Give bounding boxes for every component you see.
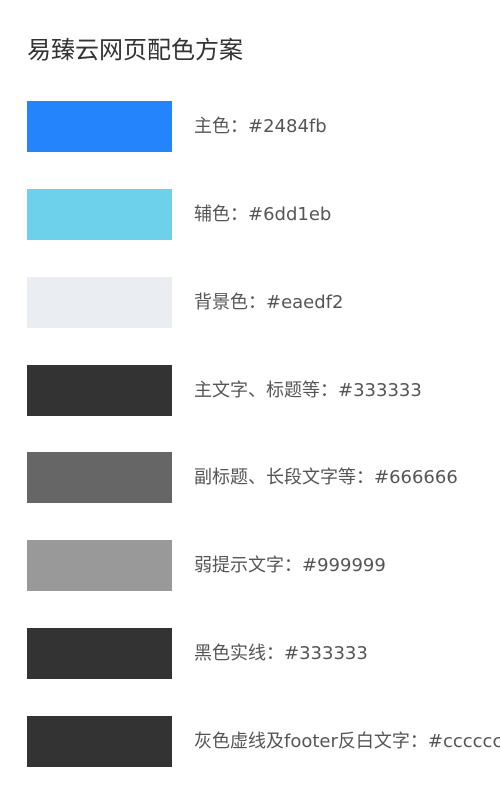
- swatch-row-solid-line: 黑色实线：#333333: [27, 628, 497, 679]
- swatch-row-hint-text: 弱提示文字：#999999: [27, 540, 497, 591]
- color-swatch: [27, 365, 172, 416]
- swatch-label: 灰色虚线及footer反白文字：#cccccc: [194, 731, 500, 752]
- swatch-label: 黑色实线：#333333: [194, 643, 368, 664]
- color-swatch: [27, 540, 172, 591]
- swatch-label: 主色：#2484fb: [194, 116, 327, 137]
- swatch-row-subtitle-text: 副标题、长段文字等：#666666: [27, 452, 497, 503]
- color-swatch: [27, 101, 172, 152]
- swatch-row-dashed-line: 灰色虚线及footer反白文字：#cccccc: [27, 716, 500, 767]
- swatch-label: 背景色：#eaedf2: [194, 292, 344, 313]
- swatch-label: 副标题、长段文字等：#666666: [194, 467, 458, 488]
- swatch-row-main-text: 主文字、标题等：#333333: [27, 365, 497, 416]
- swatch-label: 辅色：#6dd1eb: [194, 204, 332, 225]
- color-swatch: [27, 277, 172, 328]
- color-swatch: [27, 189, 172, 240]
- swatch-label: 弱提示文字：#999999: [194, 555, 386, 576]
- color-swatch-list: 主色：#2484fb 辅色：#6dd1eb 背景色：#eaedf2 主文字、标题…: [0, 0, 500, 800]
- swatch-row-secondary: 辅色：#6dd1eb: [27, 189, 497, 240]
- color-swatch: [27, 628, 172, 679]
- swatch-label: 主文字、标题等：#333333: [194, 380, 422, 401]
- color-swatch: [27, 452, 172, 503]
- swatch-row-background: 背景色：#eaedf2: [27, 277, 497, 328]
- color-swatch: [27, 716, 172, 767]
- swatch-row-primary: 主色：#2484fb: [27, 101, 497, 152]
